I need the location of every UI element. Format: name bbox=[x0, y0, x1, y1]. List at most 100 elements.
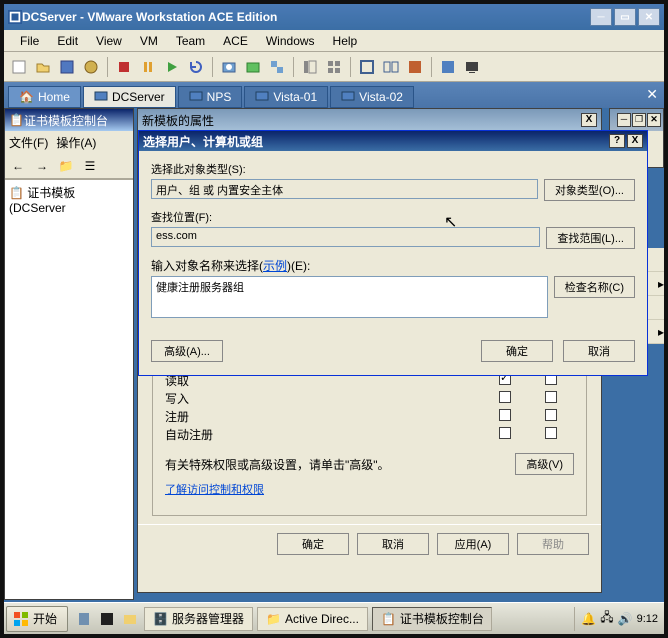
task-certtmpl[interactable]: 📋证书模板控制台 bbox=[372, 607, 492, 631]
menu-view[interactable]: View bbox=[88, 32, 130, 50]
vm-tabbar: 🏠 Home DCServer NPS Vista-01 Vista-02 ✕ bbox=[4, 82, 664, 108]
close-button[interactable]: X bbox=[581, 113, 597, 127]
object-types-button[interactable]: 对象类型(O)... bbox=[544, 179, 635, 201]
properties-title-text: 新模板的属性 bbox=[142, 112, 581, 129]
restore-button[interactable]: ❐ bbox=[632, 113, 646, 127]
minimize-button[interactable]: ─ bbox=[617, 113, 631, 127]
cancel-button[interactable]: 取消 bbox=[563, 340, 635, 362]
select-titlebar[interactable]: 选择用户、计算机或组 ? X bbox=[139, 131, 647, 151]
ad-icon: 📁 bbox=[266, 612, 281, 626]
mmc-menu-action[interactable]: 操作(A) bbox=[56, 134, 96, 151]
tray-icon[interactable]: 🔔 bbox=[581, 612, 596, 626]
tb-fullscreen-icon[interactable] bbox=[356, 56, 378, 78]
tray-volume-icon[interactable]: 🔊 bbox=[618, 612, 633, 626]
tb-quickswitch-icon[interactable] bbox=[380, 56, 402, 78]
clock[interactable]: 9:12 bbox=[637, 613, 658, 625]
tb-reset-icon[interactable] bbox=[185, 56, 207, 78]
tb-revert-icon[interactable] bbox=[242, 56, 264, 78]
back-icon[interactable]: ← bbox=[7, 155, 29, 177]
object-type-label: 选择此对象类型(S): bbox=[151, 161, 635, 177]
tab-close-icon[interactable]: ✕ bbox=[646, 86, 658, 103]
tab-vista01[interactable]: Vista-01 bbox=[244, 86, 328, 108]
names-label: 输入对象名称来选择(示例)(E): bbox=[151, 257, 635, 274]
tab-label: Vista-02 bbox=[359, 90, 403, 104]
mmc-menu-file[interactable]: 文件(F) bbox=[9, 134, 48, 151]
tray-network-icon[interactable]: 🖧 bbox=[600, 608, 613, 629]
tb-poweroff-icon[interactable] bbox=[113, 56, 135, 78]
tb-unity-icon[interactable] bbox=[404, 56, 426, 78]
object-type-field: 用户、组 或 内置安全主体 bbox=[151, 179, 538, 199]
deny-checkbox[interactable] bbox=[545, 427, 557, 439]
help-button[interactable]: ? bbox=[609, 134, 625, 148]
menu-help[interactable]: Help bbox=[325, 32, 366, 50]
learn-link[interactable]: 了解访问控制和权限 bbox=[165, 481, 574, 497]
advanced-button[interactable]: 高级(V) bbox=[515, 453, 574, 475]
guest-taskbar: 开始 🗄️服务器管理器 📁Active Direc... 📋证书模板控制台 🔔 … bbox=[4, 602, 664, 634]
deny-checkbox[interactable] bbox=[545, 391, 557, 403]
tb-console-icon[interactable] bbox=[461, 56, 483, 78]
object-names-input[interactable]: 健康注册服务器组 bbox=[151, 276, 548, 318]
list-icon[interactable]: ☰ bbox=[79, 155, 101, 177]
tb-manage-icon[interactable] bbox=[266, 56, 288, 78]
tb-save-icon[interactable] bbox=[56, 56, 78, 78]
menu-edit[interactable]: Edit bbox=[49, 32, 86, 50]
ql-explorer-icon[interactable] bbox=[120, 609, 140, 629]
windows-logo-icon bbox=[13, 611, 29, 627]
check-names-button[interactable]: 检查名称(C) bbox=[554, 276, 635, 298]
examples-link[interactable]: 示例 bbox=[263, 259, 287, 273]
tb-new-icon[interactable] bbox=[8, 56, 30, 78]
tb-pause-icon[interactable] bbox=[137, 56, 159, 78]
menu-file[interactable]: File bbox=[12, 32, 47, 50]
vmware-toolbar bbox=[4, 52, 664, 82]
monitor-icon bbox=[255, 90, 269, 104]
tb-open-icon[interactable] bbox=[32, 56, 54, 78]
menu-ace[interactable]: ACE bbox=[215, 32, 256, 50]
allow-checkbox[interactable] bbox=[499, 427, 511, 439]
close-button[interactable]: ✕ bbox=[647, 113, 661, 127]
apply-button[interactable]: 应用(A) bbox=[437, 533, 509, 555]
start-label: 开始 bbox=[33, 610, 57, 627]
help-button[interactable]: 帮助 bbox=[517, 533, 589, 555]
menu-windows[interactable]: Windows bbox=[258, 32, 323, 50]
ql-server-icon[interactable] bbox=[74, 609, 94, 629]
task-ad[interactable]: 📁Active Direc... bbox=[257, 607, 368, 631]
tab-dcserver[interactable]: DCServer bbox=[83, 86, 176, 108]
tab-vista02[interactable]: Vista-02 bbox=[330, 86, 414, 108]
task-servermgr[interactable]: 🗄️服务器管理器 bbox=[144, 607, 253, 631]
start-button[interactable]: 开始 bbox=[6, 606, 68, 632]
tree-root[interactable]: 📋 证书模板 (DCServer bbox=[9, 184, 129, 215]
close-button[interactable]: X bbox=[627, 134, 643, 148]
tab-home[interactable]: 🏠 Home bbox=[8, 86, 81, 108]
folder-icon[interactable]: 📁 bbox=[55, 155, 77, 177]
tb-play-icon[interactable] bbox=[161, 56, 183, 78]
tab-label: NPS bbox=[207, 90, 232, 104]
minimize-button[interactable]: ─ bbox=[590, 8, 612, 26]
tb-sidebar-icon[interactable] bbox=[299, 56, 321, 78]
menu-vm[interactable]: VM bbox=[132, 32, 166, 50]
properties-titlebar[interactable]: 新模板的属性 X bbox=[138, 109, 601, 131]
menu-team[interactable]: Team bbox=[168, 32, 213, 50]
ql-cmd-icon[interactable] bbox=[97, 609, 117, 629]
allow-checkbox[interactable] bbox=[499, 391, 511, 403]
maximize-button[interactable]: ▭ bbox=[614, 8, 636, 26]
system-tray: 🔔 🖧 🔊 9:12 bbox=[574, 607, 664, 631]
tb-summary-icon[interactable] bbox=[437, 56, 459, 78]
cancel-button[interactable]: 取消 bbox=[357, 533, 429, 555]
mmc-titlebar: 📋 证书模板控制台 bbox=[5, 109, 133, 131]
tb-thumb-icon[interactable] bbox=[323, 56, 345, 78]
close-button[interactable]: ✕ bbox=[638, 8, 660, 26]
mmc-tree[interactable]: 📋 证书模板 (DCServer bbox=[5, 179, 133, 599]
advanced-button[interactable]: 高级(A)... bbox=[151, 340, 223, 362]
ok-button[interactable]: 确定 bbox=[277, 533, 349, 555]
deny-checkbox[interactable] bbox=[545, 409, 557, 421]
ok-button[interactable]: 确定 bbox=[481, 340, 553, 362]
cert-icon: 📋 bbox=[381, 612, 396, 626]
locations-button[interactable]: 查找范围(L)... bbox=[546, 227, 635, 249]
tb-snapshot-icon[interactable] bbox=[218, 56, 240, 78]
tab-nps[interactable]: NPS bbox=[178, 86, 243, 108]
fwd-icon[interactable]: → bbox=[31, 155, 53, 177]
monitor-icon bbox=[94, 90, 108, 104]
tab-label: Vista-01 bbox=[273, 90, 317, 104]
allow-checkbox[interactable] bbox=[499, 409, 511, 421]
tb-acl-icon[interactable] bbox=[80, 56, 102, 78]
